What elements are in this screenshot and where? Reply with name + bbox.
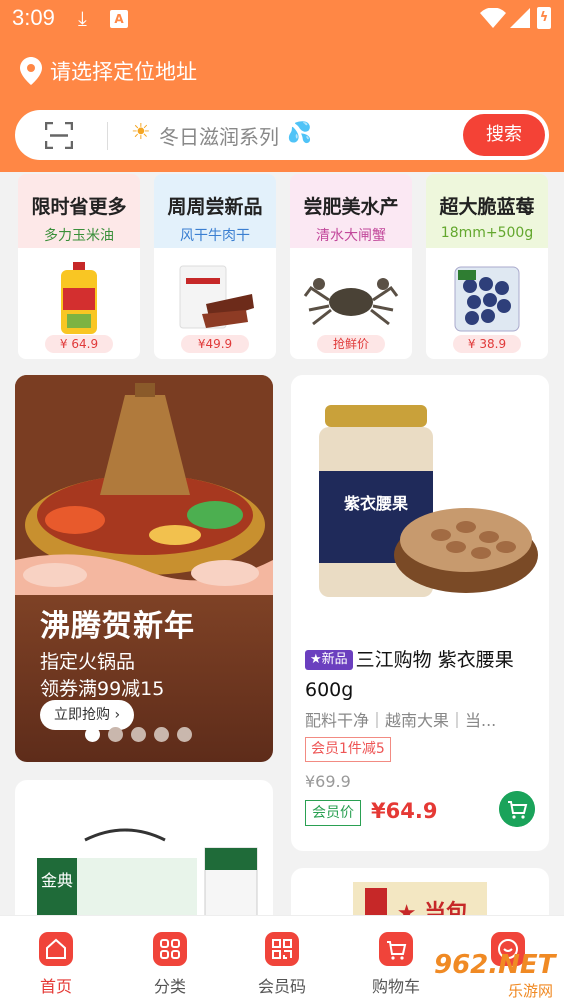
grid-icon bbox=[153, 932, 187, 966]
category-tile-header: 尝肥美水产 清水大闸蟹 bbox=[290, 174, 412, 248]
category-price: ¥ 64.9 bbox=[45, 335, 113, 353]
tab-home[interactable]: 首页 bbox=[16, 932, 96, 997]
category-tile-body: ¥ 38.9 bbox=[426, 248, 548, 359]
watermark-text: 962.NET bbox=[434, 950, 556, 980]
home-icon bbox=[39, 932, 73, 966]
banner-cta-button[interactable]: 立即抢购 › bbox=[40, 700, 135, 730]
hotpot-image bbox=[15, 375, 273, 595]
pagination-dot[interactable] bbox=[131, 727, 146, 742]
qr-code-icon bbox=[265, 932, 299, 966]
oil-bottle-image bbox=[61, 262, 97, 334]
category-row: 限时省更多 多力玉米油 ¥ 64.9 周周尝新品 风干牛肉干 ¥49.9 尝肥美… bbox=[0, 172, 564, 362]
category-tile-body: 抢鲜价 bbox=[290, 248, 412, 359]
category-price: ¥ 38.9 bbox=[453, 335, 521, 353]
download-icon: ⤓ bbox=[78, 6, 87, 30]
pagination-dot[interactable] bbox=[154, 727, 169, 742]
signal-icon bbox=[510, 8, 530, 28]
add-to-cart-icon[interactable] bbox=[499, 791, 535, 827]
search-input[interactable]: 冬日滋润系列 bbox=[159, 121, 279, 150]
product-card[interactable]: 紫衣腰果 ★新品 三江购物 紫衣腰果 600g 配料干净｜越南大果｜当... 会员… bbox=[291, 375, 549, 851]
member-promo-badge: 会员1件减5 bbox=[305, 737, 391, 762]
tab-member-code[interactable]: 会员码 bbox=[242, 932, 322, 997]
category-tile-1[interactable]: 限时省更多 多力玉米油 ¥ 64.9 bbox=[18, 174, 140, 359]
product-name-block: ★新品 三江购物 紫衣腰果 600g bbox=[305, 645, 540, 705]
jar-label-text: 紫衣腰果 bbox=[344, 494, 408, 513]
category-tile-2[interactable]: 周周尝新品 风干牛肉干 ¥49.9 bbox=[154, 174, 276, 359]
category-tile-body: ¥ 64.9 bbox=[18, 248, 140, 359]
tab-label: 会员码 bbox=[257, 977, 306, 996]
cashew-jar-image: 紫衣腰果 bbox=[291, 375, 549, 620]
category-price: ¥49.9 bbox=[181, 335, 249, 353]
category-tile-body: ¥49.9 bbox=[154, 248, 276, 359]
status-bar: 3:09 ⤓ A ϟ bbox=[0, 0, 564, 38]
category-title: 超大脆蓝莓 bbox=[439, 196, 535, 218]
banner-line-1: 指定火锅品 bbox=[40, 651, 136, 673]
tab-label: 购物车 bbox=[371, 977, 420, 996]
tab-label: 首页 bbox=[39, 977, 72, 996]
category-title: 尝肥美水产 bbox=[303, 196, 399, 218]
pagination-dot[interactable] bbox=[108, 727, 123, 742]
banner-line-2: 领券满99减15 bbox=[40, 678, 165, 700]
location-selector[interactable]: 请选择定位地址 bbox=[20, 56, 197, 86]
category-tile-header: 限时省更多 多力玉米油 bbox=[18, 174, 140, 248]
tab-cart[interactable]: 购物车 bbox=[356, 932, 436, 997]
category-subtitle: 多力玉米油 bbox=[44, 228, 114, 244]
promo-banner[interactable]: 沸腾贺新年 指定火锅品 领券满99减15 立即抢购 › bbox=[15, 375, 273, 762]
pagination-dot[interactable] bbox=[177, 727, 192, 742]
category-title: 周周尝新品 bbox=[167, 196, 263, 218]
crab-image bbox=[303, 278, 399, 326]
blueberry-box-image bbox=[454, 266, 520, 332]
member-price-label: 会员价 bbox=[305, 800, 361, 826]
banner-pagination bbox=[85, 727, 192, 742]
location-pin-icon bbox=[20, 57, 42, 85]
search-button[interactable]: 搜索 bbox=[463, 114, 545, 156]
battery-icon: ϟ bbox=[537, 7, 551, 29]
scan-icon[interactable] bbox=[45, 122, 73, 149]
droplets-icon: 💦 bbox=[287, 120, 312, 144]
watermark-subtext: 乐游网 bbox=[508, 982, 554, 1000]
new-tag-badge: ★新品 bbox=[305, 650, 353, 670]
banner-title: 沸腾贺新年 bbox=[40, 609, 195, 644]
milk-brand-text: 金典 bbox=[41, 871, 73, 890]
category-subtitle: 风干牛肉干 bbox=[180, 228, 250, 244]
category-subtitle: 18mm+500g bbox=[440, 225, 534, 241]
original-price: ¥69.9 bbox=[305, 772, 351, 791]
category-subtitle: 清水大闸蟹 bbox=[316, 228, 386, 244]
cart-icon bbox=[379, 932, 413, 966]
category-tile-4[interactable]: 超大脆蓝莓 18mm+500g ¥ 38.9 bbox=[426, 174, 548, 359]
pagination-dot[interactable] bbox=[85, 727, 100, 742]
milk-box-image: 金典 bbox=[37, 828, 258, 930]
category-tile-3[interactable]: 尝肥美水产 清水大闸蟹 抢鲜价 bbox=[290, 174, 412, 359]
category-tile-header: 超大脆蓝莓 18mm+500g bbox=[426, 174, 548, 248]
header: 3:09 ⤓ A ϟ 请选择定位地址 ☀ 冬日滋润系列 💦 搜索 bbox=[0, 0, 564, 172]
beef-jerky-image bbox=[179, 265, 254, 329]
product-card-partial[interactable]: 金典 bbox=[15, 780, 273, 930]
location-label: 请选择定位地址 bbox=[50, 60, 197, 84]
category-tile-header: 周周尝新品 风干牛肉干 bbox=[154, 174, 276, 248]
tab-label: 分类 bbox=[153, 977, 186, 996]
member-price: ¥64.9 bbox=[371, 799, 438, 823]
watermark-logo: 962.NET 乐游网 bbox=[426, 950, 564, 1004]
status-time: 3:09 bbox=[12, 5, 55, 30]
sun-icon: ☀ bbox=[131, 120, 151, 145]
wifi-icon bbox=[480, 8, 506, 28]
product-description: 配料干净｜越南大果｜当... bbox=[305, 711, 497, 730]
tab-category[interactable]: 分类 bbox=[130, 932, 210, 997]
category-price: 抢鲜价 bbox=[317, 335, 385, 353]
app-notification-icon: A bbox=[110, 10, 128, 28]
category-title: 限时省更多 bbox=[31, 196, 127, 218]
search-divider bbox=[107, 122, 108, 150]
search-bar[interactable]: ☀ 冬日滋润系列 💦 搜索 bbox=[15, 110, 549, 160]
